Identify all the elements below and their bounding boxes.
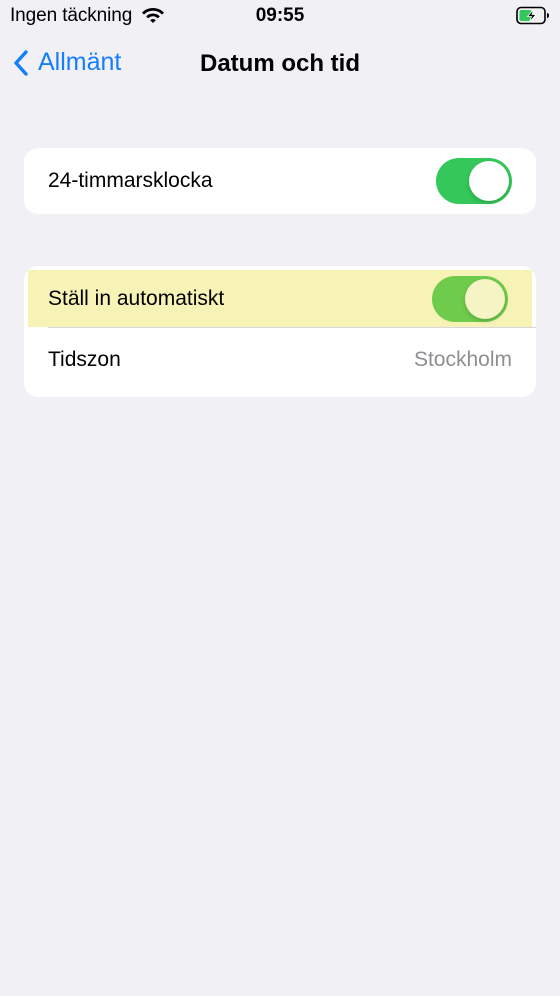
- page-title: Datum och tid: [200, 50, 360, 77]
- setting-row-auto-set: Ställ in automatiskt: [28, 270, 532, 327]
- status-time: 09:55: [255, 5, 305, 26]
- setting-row-24h-clock: 24-timmarsklocka: [24, 148, 536, 213]
- setting-label-auto-set: Ställ in automatiskt: [48, 286, 225, 310]
- status-bar: Ingen täckning 09:55: [0, 0, 560, 32]
- setting-label-timezone: Tidszon: [48, 347, 121, 371]
- clock-format-group: 24-timmarsklocka: [24, 148, 536, 214]
- 24h-clock-toggle[interactable]: [436, 157, 512, 204]
- auto-set-toggle[interactable]: [432, 275, 508, 322]
- setting-label-24h-clock: 24-timmarsklocka: [48, 168, 213, 192]
- time-settings-group: Ställ in automatiskt Tidszon Stockholm: [24, 266, 536, 397]
- toggle-knob: [465, 278, 505, 319]
- battery-charging-icon: [516, 6, 549, 25]
- toggle-knob: [469, 160, 509, 201]
- timezone-value: Stockholm: [413, 347, 512, 371]
- navigation-bar: Allmänt Datum och tid: [0, 36, 560, 92]
- setting-row-timezone[interactable]: Tidszon Stockholm: [24, 327, 536, 392]
